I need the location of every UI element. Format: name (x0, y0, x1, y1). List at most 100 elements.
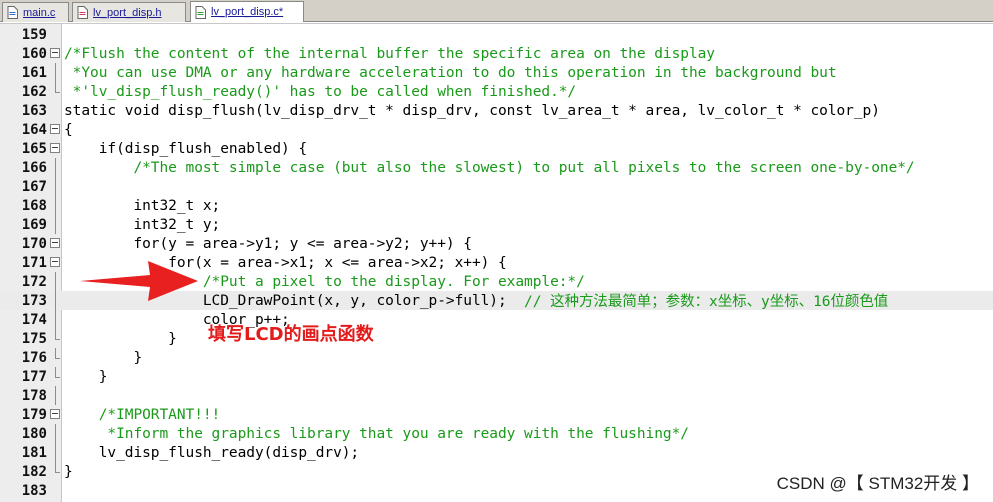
fold-toggle-icon[interactable] (47, 253, 62, 272)
watermark: CSDN @【 STM32开发 】 (776, 474, 979, 493)
code-text: /*Flush the content of the internal buff… (64, 45, 715, 62)
fold-guide (47, 158, 62, 177)
line-number: 180 (21, 425, 47, 442)
code-line[interactable]: 180 *Inform the graphics library that yo… (0, 424, 993, 443)
code-line[interactable]: 166 /*The most simple case (but also the… (0, 158, 993, 177)
line-number: 170 (21, 235, 47, 252)
code-text: /*IMPORTANT!!! (64, 406, 221, 423)
red-arrow-icon (80, 261, 198, 301)
line-number: 162 (21, 83, 47, 100)
code-text: } (64, 349, 143, 366)
line-number: 172 (21, 273, 47, 290)
code-text: } (64, 463, 73, 480)
code-text: int32_t x; (64, 197, 221, 214)
code-text: *Inform the graphics library that you ar… (64, 425, 689, 442)
line-number: 160 (21, 45, 47, 62)
line-number: 168 (21, 197, 47, 214)
line-number: 167 (21, 178, 47, 195)
line-number: 159 (21, 26, 47, 43)
code-line[interactable]: 164 { (0, 120, 993, 139)
fold-end-guide (47, 462, 62, 481)
tab-lv-port-disp-c[interactable]: lv_port_disp.c* (190, 1, 304, 22)
line-number: 164 (21, 121, 47, 138)
line-number: 182 (21, 463, 47, 480)
tab-lv-port-disp-h[interactable]: lv_port_disp.h (72, 2, 186, 22)
tab-label: main.c (23, 6, 56, 19)
code-line[interactable]: 177 } (0, 367, 993, 386)
line-number: 171 (21, 254, 47, 271)
line-number: 177 (21, 368, 47, 385)
code-line[interactable]: 160 /*Flush the content of the internal b… (0, 44, 993, 63)
fold-end-guide (47, 348, 62, 367)
fold-guide (47, 177, 62, 196)
annotation-text: 填写LCD的画点函数 (208, 324, 374, 345)
fold-toggle-icon[interactable] (47, 234, 62, 253)
tab-main-c[interactable]: main.c (2, 2, 69, 22)
code-line[interactable]: 179 /*IMPORTANT!!! (0, 405, 993, 424)
code-line[interactable]: 169 int32_t y; (0, 215, 993, 234)
line-number: 181 (21, 444, 47, 461)
code-text: *'lv_disp_flush_ready()' has to be calle… (64, 83, 577, 100)
fold-guide (47, 63, 62, 82)
line-number: 169 (21, 216, 47, 233)
line-number: 183 (21, 482, 47, 499)
fold-toggle-icon[interactable] (47, 44, 62, 63)
line-number: 165 (21, 140, 47, 157)
line-number: 173 (21, 292, 47, 309)
code-text: for(y = area->y1; y <= area->y2; y++) { (64, 235, 472, 252)
code-text: { (64, 121, 73, 138)
fold-toggle-icon[interactable] (47, 405, 62, 424)
inline-comment: // 这种方法最简单；参数：x坐标、y坐标、16位颜色值 (506, 294, 889, 310)
fold-guide (47, 215, 62, 234)
code-line[interactable]: 178 (0, 386, 993, 405)
code-text: *You can use DMA or any hardware acceler… (64, 64, 837, 81)
code-line[interactable]: 176 } (0, 348, 993, 367)
line-number: 178 (21, 387, 47, 404)
line-number: 161 (21, 64, 47, 81)
code-text: lv_disp_flush_ready(disp_drv); (64, 444, 360, 461)
tab-label: lv_port_disp.h (93, 6, 162, 19)
fold-guide (47, 196, 62, 215)
file-tab-bar: main.c lv_port_disp.h lv_port_disp.c* (0, 0, 993, 22)
h-file-icon (77, 6, 88, 19)
code-line[interactable]: 170 for(y = area->y1; y <= area->y2; y++… (0, 234, 993, 253)
code-line[interactable]: 159 (0, 25, 993, 44)
fold-guide (47, 443, 62, 462)
c-file-icon (195, 5, 206, 19)
c-file-icon (7, 6, 18, 19)
code-line[interactable]: 162 *'lv_disp_flush_ready()' has to be c… (0, 82, 993, 101)
code-line[interactable]: 163 static void disp_flush(lv_disp_drv_t … (0, 101, 993, 120)
code-text: if(disp_flush_enabled) { (64, 140, 308, 157)
fold-toggle-icon[interactable] (47, 120, 62, 139)
fold-end-guide (47, 82, 62, 101)
code-line[interactable]: 168 int32_t x; (0, 196, 993, 215)
fold-end-guide (47, 329, 62, 348)
code-line[interactable]: 174 color_p++; (0, 310, 993, 329)
line-number: 176 (21, 349, 47, 366)
fold-guide (47, 272, 62, 291)
code-line[interactable]: 175 } (0, 329, 993, 348)
fold-guide (47, 310, 62, 329)
tab-label: lv_port_disp.c* (211, 6, 284, 18)
fold-end-guide (47, 367, 62, 386)
fold-toggle-icon[interactable] (47, 139, 62, 158)
fold-guide (47, 386, 62, 405)
code-text: } (64, 330, 177, 347)
fold-guide (47, 424, 62, 443)
code-text: int32_t y; (64, 216, 221, 233)
line-number: 175 (21, 330, 47, 347)
line-number: 166 (21, 159, 47, 176)
code-line[interactable]: 165 if(disp_flush_enabled) { (0, 139, 993, 158)
line-number: 163 (21, 102, 47, 119)
code-text: static void disp_flush(lv_disp_drv_t * d… (64, 102, 880, 119)
code-line[interactable]: 167 (0, 177, 993, 196)
fold-guide (47, 291, 62, 310)
code-line[interactable]: 161 *You can use DMA or any hardware acc… (0, 63, 993, 82)
line-number: 174 (21, 311, 47, 328)
line-number: 179 (21, 406, 47, 423)
code-text: } (64, 368, 108, 385)
code-line[interactable]: 181 lv_disp_flush_ready(disp_drv); (0, 443, 993, 462)
